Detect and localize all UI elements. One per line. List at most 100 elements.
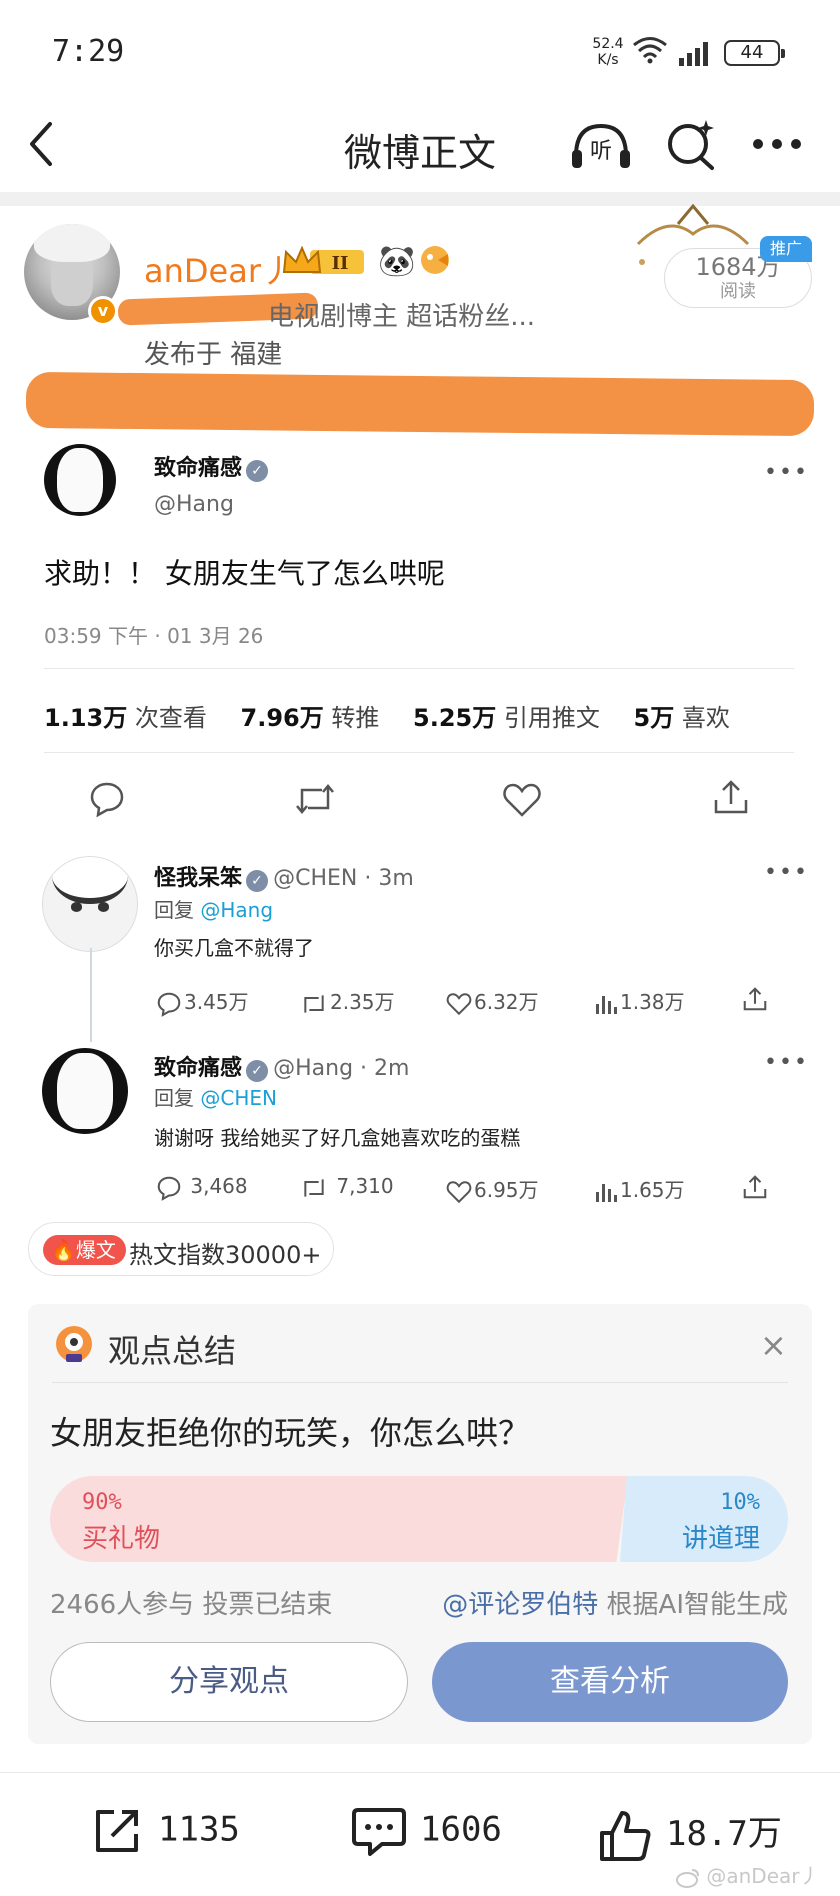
hot-badge: 🔥爆文 [43,1235,126,1265]
more-dots-icon[interactable] [752,138,802,150]
bottom-like-button[interactable]: 18.7万 [598,1806,782,1863]
vip-level: II [332,253,349,274]
close-icon[interactable]: × [760,1326,787,1364]
weibo-logo-icon [676,1868,699,1888]
tweet-author-name[interactable]: 致命痛感 [154,456,242,481]
divider [44,668,794,669]
bottom-share-button[interactable]: 1135 [92,1806,240,1856]
tweet-more-icon[interactable]: ••• [764,460,809,485]
stat-likes: 5万 喜欢 [633,704,730,732]
verified-badge: v [88,296,118,326]
signal-icon [679,42,708,66]
reply-comment-metric[interactable]: 3,468 [156,1174,248,1201]
wifi-icon [633,37,667,64]
search-sparkle-icon[interactable] [664,116,718,172]
comment-icon [157,1176,181,1201]
ai-note: @评论罗伯特 根据AI智能生成 [442,1590,788,1620]
tweet-author-row: 致命痛感 ✓ [154,450,269,482]
vote-right-label: 讲道理 [681,1524,760,1554]
hot-index-text: 热文指数30000+ [129,1241,322,1269]
tweet-time: 03:59 下午 · 01 3月 26 [44,624,264,648]
comment-bubble-icon [352,1808,406,1856]
fish-badge-icon [421,246,449,274]
reply-mention-link[interactable]: @Hang [200,898,273,922]
vote-left-percent: 90% [82,1490,122,1515]
tweet-text: 求助！！ 女朋友生气了怎么哄呢 [44,557,445,590]
author-meta: 电视剧博主 超话粉丝... [268,302,536,332]
hot-index-pill[interactable]: 🔥爆文 热文指数30000+ [28,1222,334,1276]
vote-right-percent: 10% [720,1490,760,1515]
author-name[interactable]: anDear丿 [144,246,293,292]
share-up-icon[interactable] [712,778,750,816]
reply-text: 你买几盒不就得了 [154,936,314,960]
reply-to-line: 回复 @Hang [154,898,274,922]
vote-left-label: 买礼物 [82,1524,161,1554]
retweet-icon [304,994,324,1013]
retweet-icon [304,1178,324,1197]
reply-handle-time[interactable]: @CHEN · 3m [273,866,414,891]
reply-retweet-metric[interactable]: 2.35万 [300,986,395,1016]
opinion-question: 女朋友拒绝你的玩笑，你怎么哄？ [50,1414,531,1452]
bottom-comment-button[interactable]: 1606 [352,1806,502,1856]
heart-icon[interactable] [502,782,542,818]
comment-icon[interactable] [88,780,126,818]
read-label: 阅读 [720,281,756,302]
opinion-title: 观点总结 [108,1332,237,1370]
heart-icon [446,1180,472,1203]
svg-text:听: 听 [590,139,612,164]
verified-check-icon: ✓ [246,459,269,482]
verified-check-icon: ✓ [246,1059,269,1082]
vip-crown-icon: II [282,245,364,274]
tweet-author-handle[interactable]: @Hang [154,492,234,517]
reply-to-line: 回复 @CHEN [154,1086,277,1110]
network-speed: 52.4 K/s [588,36,628,68]
reply-like-metric[interactable]: 6.95万 [446,1174,539,1204]
reply-author-avatar[interactable] [42,856,138,952]
reply-views-metric[interactable]: 1.65万 [594,1174,685,1204]
share-up-icon[interactable] [742,986,768,1012]
views-bar-icon [596,1183,617,1202]
weibo-watermark: @anDear丿 [676,1860,819,1889]
reply-text: 谢谢呀 我给她买了好几盒她喜欢吃的蛋糕 [154,1126,521,1150]
reply-like-metric[interactable]: 6.32万 [446,986,539,1016]
headphones-icon[interactable]: 听 [570,120,632,172]
opinion-summary-card: 观点总结 × 女朋友拒绝你的玩笑，你怎么哄？ 90% 买礼物 10% 讲道理 2… [28,1304,812,1744]
stat-retweets: 7.96万 转推 [240,704,380,732]
thumbs-up-icon [600,1810,651,1861]
chevron-left-icon[interactable] [26,120,56,168]
battery-indicator: 44 [724,40,785,66]
thread-line [90,948,92,1042]
share-arrow-icon [96,1810,138,1852]
nav-bar: 微博正文 听 [0,100,840,192]
divider [0,1772,840,1773]
reply-more-icon[interactable]: ••• [764,860,809,885]
promo-tag: 推广 [760,236,812,262]
reply-mention-link[interactable]: @CHEN [200,1086,277,1110]
ai-account-link[interactable]: @评论罗伯特 [442,1590,598,1620]
page-title: 微博正文 [343,131,496,175]
network-speed-value: 52.4 [592,36,624,52]
publish-location: 发布于 福建 [144,340,283,370]
reply-views-metric[interactable]: 1.38万 [594,986,685,1016]
reply-more-icon[interactable]: ••• [764,1050,809,1075]
share-opinion-button[interactable]: 分享观点 [50,1642,408,1722]
reply-retweet-metric[interactable]: 7,310 [300,1174,394,1200]
status-time: 7:29 [52,34,125,69]
divider [52,1382,788,1383]
reply-author-avatar[interactable] [42,1048,128,1134]
reply-handle-time[interactable]: @Hang · 2m [273,1056,409,1081]
share-up-icon[interactable] [742,1174,768,1200]
tweet-stats: 1.13万 次查看 7.96万 转推 5.25万 引用推文 5万 喜欢 [44,698,730,733]
divider [44,752,794,753]
reply-author-name[interactable]: 怪我呆笨 [154,866,242,891]
tweet-author-avatar[interactable] [44,444,116,516]
view-analysis-button[interactable]: 查看分析 [432,1642,788,1722]
views-bar-icon [596,995,617,1014]
reply-author-name[interactable]: 致命痛感 [154,1056,242,1081]
robot-mascot-icon [56,1326,92,1362]
reply-comment-metric[interactable]: 3.45万 [156,986,249,1017]
retweet-icon[interactable] [294,782,336,816]
verified-check-icon: ✓ [246,869,269,892]
status-bar: 7:29 52.4 K/s 44 [0,0,840,100]
redaction-mark [25,371,815,437]
